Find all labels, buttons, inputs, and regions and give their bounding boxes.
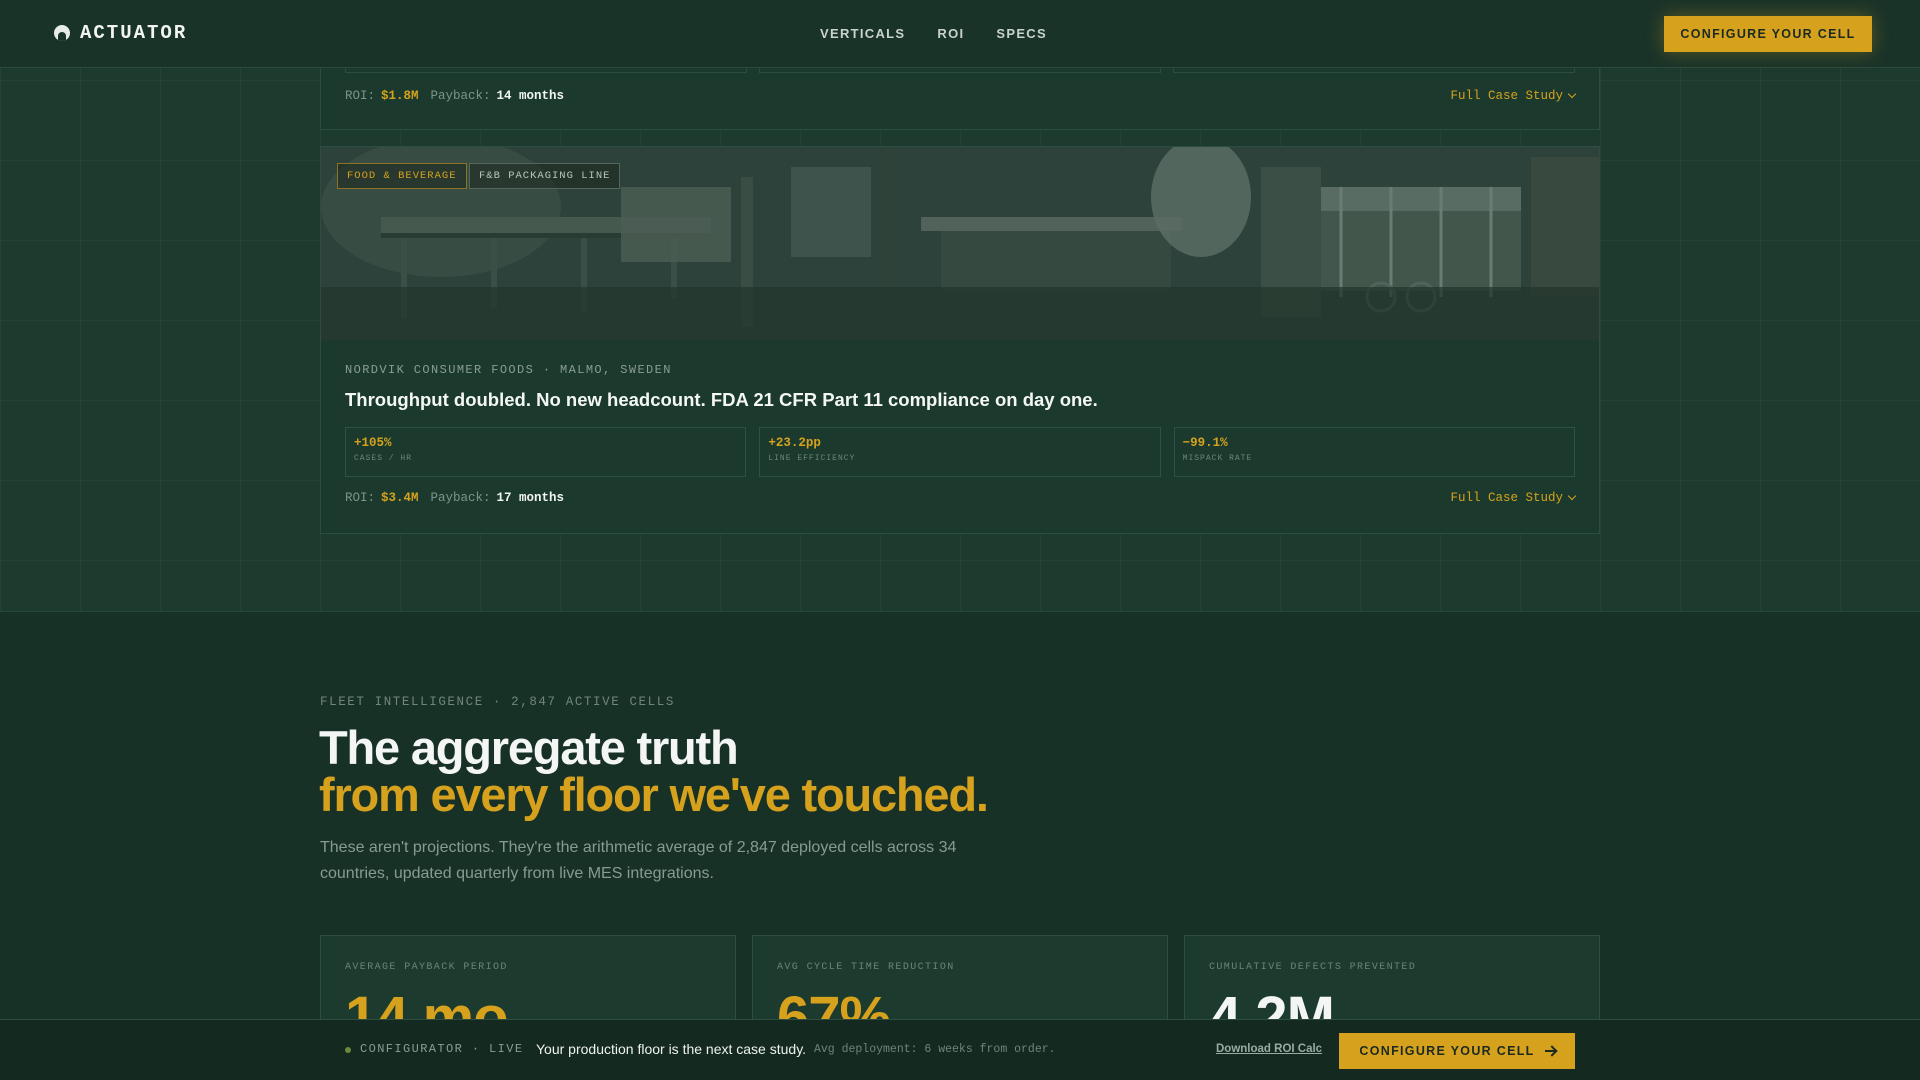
roi-row: ROI: $3.4M Payback: 17 months Full Case … xyxy=(345,491,1577,505)
metric-value: −99.1% xyxy=(1182,436,1228,450)
company-location: NORDVIK CONSUMER FOODS · MALMO, SWEDEN xyxy=(345,363,672,377)
section-description: These aren't projections. They're the ar… xyxy=(320,839,957,882)
full-case-study-link[interactable]: Full Case Study xyxy=(1450,491,1577,505)
metric-line-efficiency: +23.2pp LINE EFFICIENCY xyxy=(759,427,1161,477)
line-type-tag[interactable]: F&B PACKAGING LINE xyxy=(469,163,621,189)
section-heading-accent: from every floor we've touched. xyxy=(319,768,989,821)
top-nav: ACTUATOR VERTICALS ROI SPECS CONFIGURE Y… xyxy=(0,0,1920,68)
arrow-right-icon xyxy=(1544,1050,1555,1052)
kpi-label: AVERAGE PAYBACK PERIOD xyxy=(345,962,508,973)
bar-message: Your production floor is the next case s… xyxy=(536,1041,807,1057)
roi-value: $1.8M xyxy=(381,89,419,103)
download-roi-calc-link[interactable]: Download ROI Calc xyxy=(1216,1043,1322,1055)
configure-cell-bar-button[interactable]: CONFIGURE YOUR CELL xyxy=(1339,1033,1575,1069)
kpi-label: AVG CYCLE TIME REDUCTION xyxy=(777,962,955,973)
full-case-study-label: Full Case Study xyxy=(1450,491,1563,505)
payback-label: Payback: xyxy=(430,491,491,505)
metric-value: +105% xyxy=(354,436,392,450)
actuator-logo-icon xyxy=(54,25,70,41)
full-case-study-label: Full Case Study xyxy=(1450,89,1563,103)
metric-row: +105% CASES / HR +23.2pp LINE EFFICIENCY… xyxy=(345,427,1575,477)
nav-link-verticals[interactable]: VERTICALS xyxy=(820,26,905,41)
roi-row: ROI: $1.8M Payback: 14 months Full Case … xyxy=(345,89,1577,103)
live-status-dot-icon xyxy=(345,1047,351,1053)
payback-value: 17 months xyxy=(496,491,565,505)
nav-link-specs[interactable]: SPECS xyxy=(996,26,1047,41)
case-study-card-nordvik: FOOD & BEVERAGE F&B PACKAGING LINE NORDV… xyxy=(320,146,1600,534)
metric-label: MISPACK RATE xyxy=(1182,454,1253,463)
metric-label: CASES / HR xyxy=(354,454,413,463)
chevron-down-icon xyxy=(1567,89,1577,99)
metric-value: +23.2pp xyxy=(768,436,821,450)
sticky-configurator-bar: CONFIGURATOR · LIVE Your production floo… xyxy=(0,1019,1920,1080)
section-eyebrow: FLEET INTELLIGENCE · 2,847 ACTIVE CELLS xyxy=(320,695,675,709)
packaging-line-photo: FOOD & BEVERAGE F&B PACKAGING LINE xyxy=(321,147,1599,340)
roi-value: $3.4M xyxy=(381,491,419,505)
metric-label: LINE EFFICIENCY xyxy=(768,454,856,463)
metric-cases-per-hour: +105% CASES / HR xyxy=(345,427,747,477)
configurator-live-label: CONFIGURATOR · LIVE xyxy=(360,1042,524,1056)
brand-logo[interactable]: ACTUATOR xyxy=(54,22,187,44)
metric-mispack-rate: −99.1% MISPACK RATE xyxy=(1173,427,1575,477)
payback-label: Payback: xyxy=(430,89,491,103)
case-headline: Throughput doubled. No new headcount. FD… xyxy=(345,389,1098,410)
roi-label: ROI: xyxy=(345,491,376,505)
configure-cell-button[interactable]: CONFIGURE YOUR CELL xyxy=(1664,16,1872,52)
deployment-note: Avg deployment: 6 weeks from order. xyxy=(814,1043,1056,1056)
brand-name: ACTUATOR xyxy=(80,22,188,44)
nav-links: VERTICALS ROI SPECS xyxy=(820,26,1047,41)
chevron-down-icon xyxy=(1567,491,1577,501)
kpi-label: CUMULATIVE DEFECTS PREVENTED xyxy=(1209,962,1417,973)
full-case-study-link[interactable]: Full Case Study xyxy=(1450,89,1577,103)
payback-value: 14 months xyxy=(496,89,565,103)
configure-cell-label: CONFIGURE YOUR CELL xyxy=(1359,1044,1535,1058)
industry-tag[interactable]: FOOD & BEVERAGE xyxy=(337,163,467,189)
nav-link-roi[interactable]: ROI xyxy=(937,26,964,41)
roi-label: ROI: xyxy=(345,89,376,103)
